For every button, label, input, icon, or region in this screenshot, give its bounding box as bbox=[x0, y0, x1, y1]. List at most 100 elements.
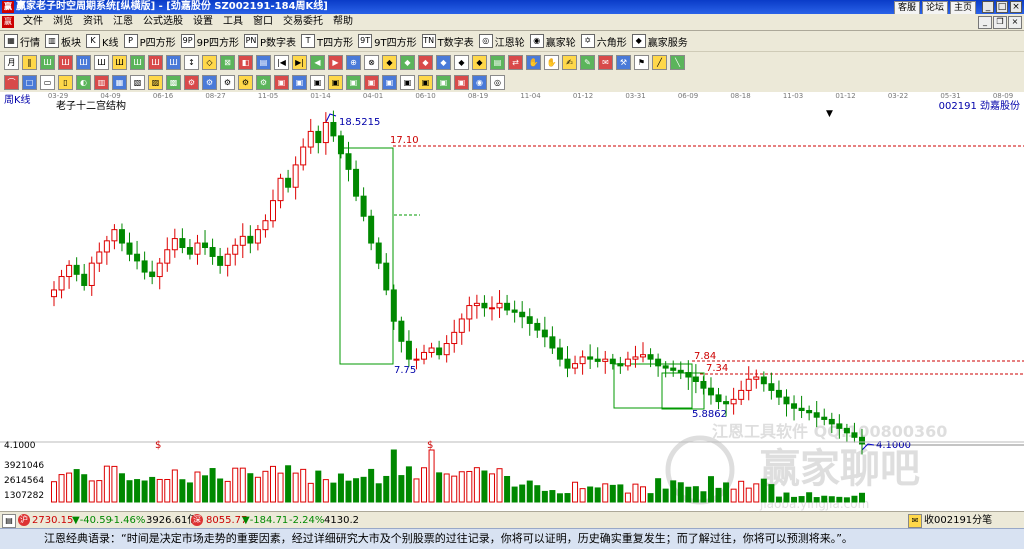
drawing-tool-23-icon[interactable]: ◆ bbox=[418, 55, 433, 70]
drawing-tool-28-icon[interactable]: ⇄ bbox=[508, 55, 523, 70]
drawing-tool-5-icon[interactable]: Ш bbox=[94, 55, 109, 70]
toolbar-item-12[interactable]: ◆ 赢家服务 bbox=[631, 33, 688, 49]
drawing-tool-10-icon[interactable]: ↕ bbox=[184, 55, 199, 70]
toolbar-item-11[interactable]: ✡ 六角形 bbox=[580, 33, 627, 49]
drawing-tool-65-icon[interactable]: ◎ bbox=[490, 75, 505, 90]
drawing-tool-54-icon[interactable]: ▣ bbox=[292, 75, 307, 90]
menu-item-1[interactable]: 浏览 bbox=[48, 14, 78, 30]
menu-item-8[interactable]: 交易委托 bbox=[278, 14, 328, 30]
menu-item-4[interactable]: 公式选股 bbox=[138, 14, 188, 30]
drawing-tool-45-icon[interactable]: ▧ bbox=[130, 75, 145, 90]
drawing-tool-60-icon[interactable]: ▣ bbox=[400, 75, 415, 90]
drawing-tool-64-icon[interactable]: ◉ bbox=[472, 75, 487, 90]
menu-item-0[interactable]: 文件 bbox=[18, 14, 48, 30]
toolbar-item-7[interactable]: 9T 9T四方形 bbox=[358, 33, 417, 49]
drawing-tool-35-icon[interactable]: ⚑ bbox=[634, 55, 649, 70]
drawing-tool-49-icon[interactable]: ⚙ bbox=[202, 75, 217, 90]
drawing-tool-17-icon[interactable]: ◀ bbox=[310, 55, 325, 70]
drawing-tool-0-icon[interactable]: 月 bbox=[4, 55, 19, 70]
drawing-tool-48-icon[interactable]: ⚙ bbox=[184, 75, 199, 90]
drawing-tool-50-icon[interactable]: ⚙ bbox=[220, 75, 235, 90]
drawing-tool-53-icon[interactable]: ▣ bbox=[274, 75, 289, 90]
drawing-tool-2-icon[interactable]: Ш bbox=[40, 55, 55, 70]
drawing-tool-19-icon[interactable]: ⊕ bbox=[346, 55, 361, 70]
child-close-button[interactable]: × bbox=[1008, 16, 1022, 29]
toolbar-item-5[interactable]: PN P数字表 bbox=[244, 33, 296, 49]
drawing-tool-44-icon[interactable]: ▦ bbox=[112, 75, 127, 90]
menu-item-3[interactable]: 江恩 bbox=[108, 14, 138, 30]
customer-service-link[interactable]: 客服 bbox=[893, 1, 920, 15]
drawing-tool-11-icon[interactable]: ◇ bbox=[202, 55, 217, 70]
drawing-tool-14-icon[interactable]: ▤ bbox=[256, 55, 271, 70]
chart-pane[interactable]: 03-29 04-09 06-16 08-27 11-05 01-14 04-01 06-10… bbox=[0, 92, 1024, 511]
drawing-tool-33-icon[interactable]: ✉ bbox=[598, 55, 613, 70]
drawing-tool-63-icon[interactable]: ▣ bbox=[454, 75, 469, 90]
drawing-tool-47-icon[interactable]: ▩ bbox=[166, 75, 181, 90]
drawing-tool-26-icon[interactable]: ◆ bbox=[472, 55, 487, 70]
drawing-tool-58-icon[interactable]: ▣ bbox=[364, 75, 379, 90]
drawing-tool-38-icon[interactable]: ⌒ bbox=[4, 75, 19, 90]
drawing-tool-40-icon[interactable]: ▭ bbox=[40, 75, 55, 90]
toolbar-item-3[interactable]: P P四方形 bbox=[123, 33, 176, 49]
child-restore-button[interactable]: ❐ bbox=[993, 16, 1007, 29]
indicator-dropdown-icon[interactable]: ▼ bbox=[826, 109, 833, 119]
drawing-tool-55-icon[interactable]: ▣ bbox=[310, 75, 325, 90]
sz-index-icon[interactable]: 深 bbox=[191, 514, 203, 526]
drawing-tool-25-icon[interactable]: ◆ bbox=[454, 55, 469, 70]
drawing-tool-4-icon[interactable]: Ш bbox=[76, 55, 91, 70]
drawing-tool-31-icon[interactable]: ✍ bbox=[562, 55, 577, 70]
toolbar-item-6[interactable]: T T四方形 bbox=[301, 33, 353, 49]
homepage-link[interactable]: 主页 bbox=[949, 1, 976, 15]
drawing-tool-61-icon[interactable]: ▣ bbox=[418, 75, 433, 90]
kline-chart[interactable]: 03-29 04-09 06-16 08-27 11-05 01-14 04-01 06-10… bbox=[0, 92, 1024, 511]
drawing-tool-7-icon[interactable]: Ш bbox=[130, 55, 145, 70]
drawing-tool-39-icon[interactable]: □ bbox=[22, 75, 37, 90]
drawing-tool-18-icon[interactable]: ▶ bbox=[328, 55, 343, 70]
drawing-tool-32-icon[interactable]: ✎ bbox=[580, 55, 595, 70]
menu-item-7[interactable]: 窗口 bbox=[248, 14, 278, 30]
drawing-tool-34-icon[interactable]: ⚒ bbox=[616, 55, 631, 70]
tick-data-icon[interactable]: ✉ bbox=[908, 514, 922, 528]
drawing-tool-56-icon[interactable]: ▣ bbox=[328, 75, 343, 90]
close-button[interactable]: × bbox=[1010, 1, 1022, 13]
drawing-tool-52-icon[interactable]: ⚙ bbox=[256, 75, 271, 90]
drawing-tool-57-icon[interactable]: ▣ bbox=[346, 75, 361, 90]
drawing-tool-15-icon[interactable]: |◀ bbox=[274, 55, 289, 70]
drawing-tool-1-icon[interactable]: ‖ bbox=[22, 55, 37, 70]
menu-item-6[interactable]: 工具 bbox=[218, 14, 248, 30]
drawing-tool-30-icon[interactable]: ✋ bbox=[544, 55, 559, 70]
menu-item-9[interactable]: 帮助 bbox=[328, 14, 358, 30]
drawing-tool-46-icon[interactable]: ▨ bbox=[148, 75, 163, 90]
drawing-tool-41-icon[interactable]: ▯ bbox=[58, 75, 73, 90]
drawing-tool-3-icon[interactable]: Ш bbox=[58, 55, 73, 70]
drawing-tool-22-icon[interactable]: ◆ bbox=[400, 55, 415, 70]
drawing-tool-20-icon[interactable]: ⊗ bbox=[364, 55, 379, 70]
toolbar-item-1[interactable]: ▥ 板块 bbox=[45, 33, 81, 49]
drawing-tool-62-icon[interactable]: ▣ bbox=[436, 75, 451, 90]
drawing-tool-27-icon[interactable]: ▤ bbox=[490, 55, 505, 70]
toolbar-item-9[interactable]: ◎ 江恩轮 bbox=[478, 33, 525, 49]
child-minimize-button[interactable]: _ bbox=[978, 16, 992, 29]
drawing-tool-13-icon[interactable]: ◧ bbox=[238, 55, 253, 70]
drawing-tool-36-icon[interactable]: ╱ bbox=[652, 55, 667, 70]
drawing-tool-24-icon[interactable]: ◆ bbox=[436, 55, 451, 70]
drawing-tool-42-icon[interactable]: ◐ bbox=[76, 75, 91, 90]
maximize-button[interactable]: □ bbox=[996, 1, 1008, 13]
toolbar-item-8[interactable]: TN T数字表 bbox=[421, 33, 474, 49]
toolbar-item-10[interactable]: ◉ 赢家轮 bbox=[529, 33, 576, 49]
drawing-tool-51-icon[interactable]: ⚙ bbox=[238, 75, 253, 90]
drawing-tool-59-icon[interactable]: ▣ bbox=[382, 75, 397, 90]
drawing-tool-37-icon[interactable]: ╲ bbox=[670, 55, 685, 70]
drawing-tool-43-icon[interactable]: ▥ bbox=[94, 75, 109, 90]
drawing-tool-6-icon[interactable]: Ш bbox=[112, 55, 127, 70]
toolbar-item-4[interactable]: 9P 9P四方形 bbox=[180, 33, 239, 49]
drawing-tool-21-icon[interactable]: ◆ bbox=[382, 55, 397, 70]
status-menu-icon[interactable]: ▤ bbox=[2, 514, 16, 528]
drawing-tool-8-icon[interactable]: Ш bbox=[148, 55, 163, 70]
toolbar-item-2[interactable]: K K线 bbox=[86, 33, 119, 49]
toolbar-item-0[interactable]: ▦ 行情 bbox=[4, 33, 40, 49]
drawing-tool-29-icon[interactable]: ✋ bbox=[526, 55, 541, 70]
drawing-tool-9-icon[interactable]: Ш bbox=[166, 55, 181, 70]
minimize-button[interactable]: _ bbox=[982, 1, 994, 13]
drawing-tool-12-icon[interactable]: ⊠ bbox=[220, 55, 235, 70]
